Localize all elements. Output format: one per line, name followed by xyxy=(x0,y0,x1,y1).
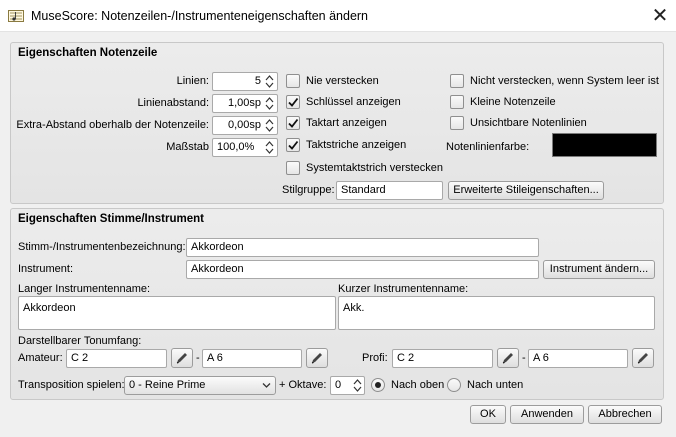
scale-label: Maßstab xyxy=(166,141,209,153)
short-name-textarea[interactable]: Akk. xyxy=(338,296,655,330)
octave-label: + Oktave: xyxy=(279,379,327,391)
scale-value: 100,0% xyxy=(217,141,255,153)
staff-properties-title: Eigenschaften Notenzeile xyxy=(18,47,158,59)
extra-distance-value: 0,00sp xyxy=(227,119,261,131)
part-name-value: Akkordeon xyxy=(191,241,244,253)
show-timesig-label: Taktart anzeigen xyxy=(306,117,387,129)
staff-color-label: Notenlinienfarbe: xyxy=(446,141,530,153)
pro-low-value: C 2 xyxy=(397,352,415,364)
not-hide-empty-checkbox[interactable] xyxy=(450,74,464,88)
spin-arrows-icon[interactable] xyxy=(265,95,274,112)
instrument-label: Instrument: xyxy=(18,263,74,275)
short-name-value: Akk. xyxy=(343,302,365,314)
style-group-field[interactable]: Standard xyxy=(336,181,443,200)
ok-button[interactable]: OK xyxy=(470,405,506,424)
chevron-down-icon xyxy=(262,383,271,388)
spin-arrows-icon[interactable] xyxy=(265,73,274,90)
checkmark-icon xyxy=(288,118,299,128)
cancel-button[interactable]: Abbrechen xyxy=(588,405,662,424)
style-group-value: Standard xyxy=(341,184,386,196)
pencil-icon xyxy=(176,353,187,364)
octave-spinbox[interactable]: 0 xyxy=(330,376,365,395)
amateur-label: Amateur: xyxy=(18,352,63,364)
staff-color-swatch[interactable] xyxy=(552,133,657,157)
part-properties-title: Eigenschaften Stimme/Instrument xyxy=(18,213,204,225)
checkmark-icon xyxy=(288,140,299,150)
lines-spinbox[interactable]: 5 xyxy=(212,72,278,91)
amateur-low-value: C 2 xyxy=(71,352,89,364)
change-instrument-button[interactable]: Instrument ändern... xyxy=(543,260,655,279)
pencil-icon xyxy=(311,353,322,364)
extra-distance-spinbox[interactable]: 0,00sp xyxy=(212,116,278,135)
transpose-up-label: Nach oben xyxy=(391,379,445,391)
spin-arrows-icon[interactable] xyxy=(265,139,274,156)
extra-distance-label: Extra-Abstand oberhalb der Notenzeile: xyxy=(16,119,209,131)
pro-label: Profi: xyxy=(362,352,388,364)
transpose-label: Transposition spielen: xyxy=(18,379,125,391)
amateur-high-edit-button[interactable] xyxy=(306,348,328,368)
line-distance-label: Linienabstand: xyxy=(137,97,209,109)
show-clef-label: Schlüssel anzeigen xyxy=(306,96,401,108)
long-name-value: Akkordeon xyxy=(23,302,76,314)
close-icon[interactable]: ✕ xyxy=(648,4,672,28)
lines-label: Linien: xyxy=(176,75,209,87)
instrument-field: Akkordeon xyxy=(186,260,539,279)
range-label: Darstellbarer Tonumfang: xyxy=(18,335,142,347)
scale-spinbox[interactable]: 100,0% xyxy=(212,138,278,157)
pro-low-field[interactable]: C 2 xyxy=(392,349,493,368)
apply-button[interactable]: Anwenden xyxy=(510,405,584,424)
amateur-dash: - xyxy=(196,352,200,364)
window-title: MuseScore: Notenzeilen-/Instrumenteneige… xyxy=(31,9,369,23)
spin-arrows-icon[interactable] xyxy=(353,377,362,394)
invisible-lines-checkbox[interactable] xyxy=(450,116,464,130)
amateur-high-field[interactable]: A 6 xyxy=(202,349,302,368)
transpose-up-radio[interactable] xyxy=(371,378,385,392)
hide-system-barline-label: Systemtaktstrich verstecken xyxy=(306,162,443,174)
radio-selected-dot xyxy=(375,382,381,388)
amateur-high-value: A 6 xyxy=(207,352,223,364)
show-barlines-label: Taktstriche anzeigen xyxy=(306,139,407,151)
lines-value: 5 xyxy=(254,75,261,87)
invisible-lines-label: Unsichtbare Notenlinien xyxy=(470,117,587,129)
title-bar: MuseScore: Notenzeilen-/Instrumenteneige… xyxy=(0,0,676,32)
transpose-down-label: Nach unten xyxy=(467,379,524,391)
transpose-combobox[interactable]: 0 - Reine Prime xyxy=(124,376,276,395)
advanced-style-button[interactable]: Erweiterte Stileigenschaften... xyxy=(448,181,604,200)
pencil-icon xyxy=(502,353,513,364)
musescore-app-icon xyxy=(8,10,24,22)
transpose-value: 0 - Reine Prime xyxy=(129,379,206,391)
line-distance-value: 1,00sp xyxy=(227,97,261,109)
never-hide-checkbox[interactable] xyxy=(286,74,300,88)
pencil-icon xyxy=(637,353,648,364)
transpose-down-radio[interactable] xyxy=(447,378,461,392)
pro-dash: - xyxy=(522,352,526,364)
pro-high-field[interactable]: A 6 xyxy=(528,349,628,368)
small-staff-checkbox[interactable] xyxy=(450,95,464,109)
small-staff-label: Kleine Notenzeile xyxy=(470,96,556,108)
never-hide-label: Nie verstecken xyxy=(306,75,379,87)
checkmark-icon xyxy=(288,97,299,107)
line-distance-spinbox[interactable]: 1,00sp xyxy=(212,94,278,113)
part-name-label: Stimm-/Instrumentenbezeichnung: xyxy=(18,241,186,253)
part-name-field[interactable]: Akkordeon xyxy=(186,238,539,257)
amateur-low-field[interactable]: C 2 xyxy=(66,349,167,368)
spin-arrows-icon[interactable] xyxy=(265,117,274,134)
pro-high-value: A 6 xyxy=(533,352,549,364)
pro-low-edit-button[interactable] xyxy=(497,348,519,368)
style-group-label: Stilgruppe: xyxy=(282,184,335,196)
pro-high-edit-button[interactable] xyxy=(632,348,654,368)
hide-system-barline-checkbox[interactable] xyxy=(286,161,300,175)
amateur-low-edit-button[interactable] xyxy=(171,348,193,368)
long-name-textarea[interactable]: Akkordeon xyxy=(18,296,336,330)
not-hide-empty-label: Nicht verstecken, wenn System leer ist xyxy=(470,75,659,87)
instrument-value: Akkordeon xyxy=(191,263,244,275)
show-clef-checkbox[interactable] xyxy=(286,95,300,109)
octave-value: 0 xyxy=(335,379,342,391)
show-timesig-checkbox[interactable] xyxy=(286,116,300,130)
show-barlines-checkbox[interactable] xyxy=(286,138,300,152)
